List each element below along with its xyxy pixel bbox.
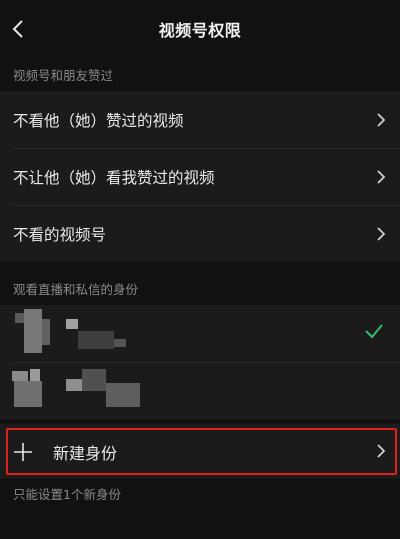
new-identity-row[interactable]: 新建身份 <box>0 424 400 479</box>
section-label-friends-likes: 视频号和朋友赞过 <box>13 68 114 83</box>
check-icon <box>365 324 383 339</box>
chevron-right-icon <box>377 169 386 184</box>
chevron-right-icon <box>377 112 386 127</box>
hide-my-likes-row[interactable]: 不让他（她）看我赞过的视频 <box>0 148 400 205</box>
chevron-right-icon <box>377 444 386 458</box>
row-label: 不看的视频号 <box>13 225 107 244</box>
page-title: 视频号权限 <box>158 21 242 40</box>
friends-likes-group: 不看他（她）赞过的视频 不让他（她）看我赞过的视频 不看的视频号 <box>0 91 400 262</box>
row-label: 不让他（她）看我赞过的视频 <box>13 168 215 187</box>
identity-option-1[interactable] <box>0 305 400 361</box>
row-label: 不看他（她）赞过的视频 <box>13 111 184 130</box>
back-button[interactable] <box>8 18 28 40</box>
plus-icon <box>14 443 32 461</box>
chevron-right-icon <box>377 226 386 241</box>
hide-their-likes-row[interactable]: 不看他（她）赞过的视频 <box>0 91 400 148</box>
identity-option-2[interactable] <box>0 363 400 419</box>
section-label-identity: 观看直播和私信的身份 <box>13 282 139 297</box>
blocked-channels-row[interactable]: 不看的视频号 <box>0 205 400 262</box>
chevron-left-icon <box>12 20 23 38</box>
identity-group <box>0 305 400 419</box>
navigation-bar: 视频号权限 <box>0 0 400 58</box>
new-identity-hint: 只能设置1个新身份 <box>13 487 121 502</box>
new-identity-label: 新建身份 <box>53 444 118 463</box>
